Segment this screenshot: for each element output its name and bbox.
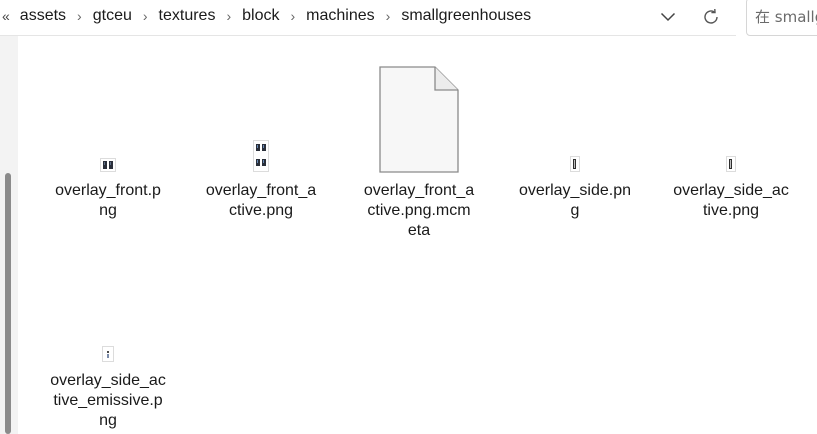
file-name-line: tive.png — [702, 202, 760, 219]
tiny-mark-thumbnail — [38, 340, 178, 362]
file-name-line: ng — [99, 412, 117, 429]
file-name-line: ctive.png — [228, 202, 294, 219]
refresh-button[interactable] — [697, 4, 725, 30]
breadcrumb-item-block[interactable]: block — [242, 7, 279, 25]
chevron-right-icon[interactable]: › — [226, 8, 231, 24]
breadcrumb-item-machines[interactable]: machines — [306, 7, 374, 25]
double-block-thumbnail — [38, 150, 178, 172]
file-name-line: overlay_side_ac — [50, 372, 166, 389]
file-name: overlay_side_ac tive.png — [661, 181, 801, 221]
file-name-line: tive_emissive.p — [53, 392, 163, 409]
address-toolbar: « assets › gtceu › textures › block › ma… — [0, 0, 817, 36]
history-dropdown-button[interactable] — [654, 4, 682, 30]
thin-bar-thumbnail — [505, 150, 645, 172]
file-name: overlay_side_ac tive_emissive.p ng — [38, 371, 178, 431]
file-name-line: g — [570, 202, 580, 219]
breadcrumb-item-smallgreenhouses[interactable]: smallgreenhouses — [401, 7, 531, 25]
file-item[interactable]: overlay_side_ac tive.png — [661, 150, 801, 230]
thin-bar-thumbnail — [661, 150, 801, 172]
refresh-icon — [704, 8, 718, 24]
breadcrumb: « assets › gtceu › textures › block › ma… — [0, 0, 531, 32]
file-name-line: overlay_front_a — [363, 182, 475, 199]
file-item[interactable]: overlay_front_a ctive.png — [191, 138, 331, 230]
file-name: overlay_front_a ctive.png — [191, 181, 331, 221]
file-item[interactable]: overlay_front_a ctive.png.mcm eta — [349, 66, 489, 246]
address-bar[interactable]: « assets › gtceu › textures › block › ma… — [0, 0, 736, 36]
breadcrumb-item-textures[interactable]: textures — [159, 7, 216, 25]
file-name: overlay_side.pn g — [505, 181, 645, 221]
file-name-line: overlay_front.p — [55, 182, 161, 199]
file-item[interactable]: overlay_side.pn g — [505, 150, 645, 230]
file-name-line: overlay_front_a — [205, 182, 317, 199]
file-name-line: ng — [99, 202, 117, 219]
chevron-right-icon[interactable]: › — [143, 8, 148, 24]
file-item[interactable]: overlay_front.p ng — [38, 150, 178, 230]
file-name: overlay_front_a ctive.png.mcm eta — [349, 181, 489, 241]
chevron-right-icon[interactable]: › — [290, 8, 295, 24]
file-name-line: overlay_side.pn — [518, 182, 632, 199]
search-input[interactable] — [755, 5, 817, 29]
scrollbar-thumb[interactable] — [5, 173, 11, 434]
search-box[interactable] — [746, 0, 817, 36]
file-name: overlay_front.p ng — [38, 181, 178, 221]
chevron-right-icon[interactable]: › — [386, 8, 391, 24]
file-name-line: overlay_side_ac — [673, 182, 789, 199]
blank-file-icon — [349, 66, 489, 174]
file-name-line: eta — [407, 222, 431, 239]
breadcrumb-overflow-button[interactable]: « — [2, 8, 10, 24]
breadcrumb-item-assets[interactable]: assets — [20, 7, 66, 25]
breadcrumb-item-gtceu[interactable]: gtceu — [93, 7, 132, 25]
file-item[interactable]: overlay_side_ac tive_emissive.p ng — [38, 340, 178, 434]
quad-block-thumbnail — [191, 138, 331, 172]
chevron-right-icon[interactable]: › — [77, 8, 82, 24]
file-name-line: ctive.png.mcm — [367, 202, 471, 219]
chevron-down-icon — [660, 12, 676, 22]
